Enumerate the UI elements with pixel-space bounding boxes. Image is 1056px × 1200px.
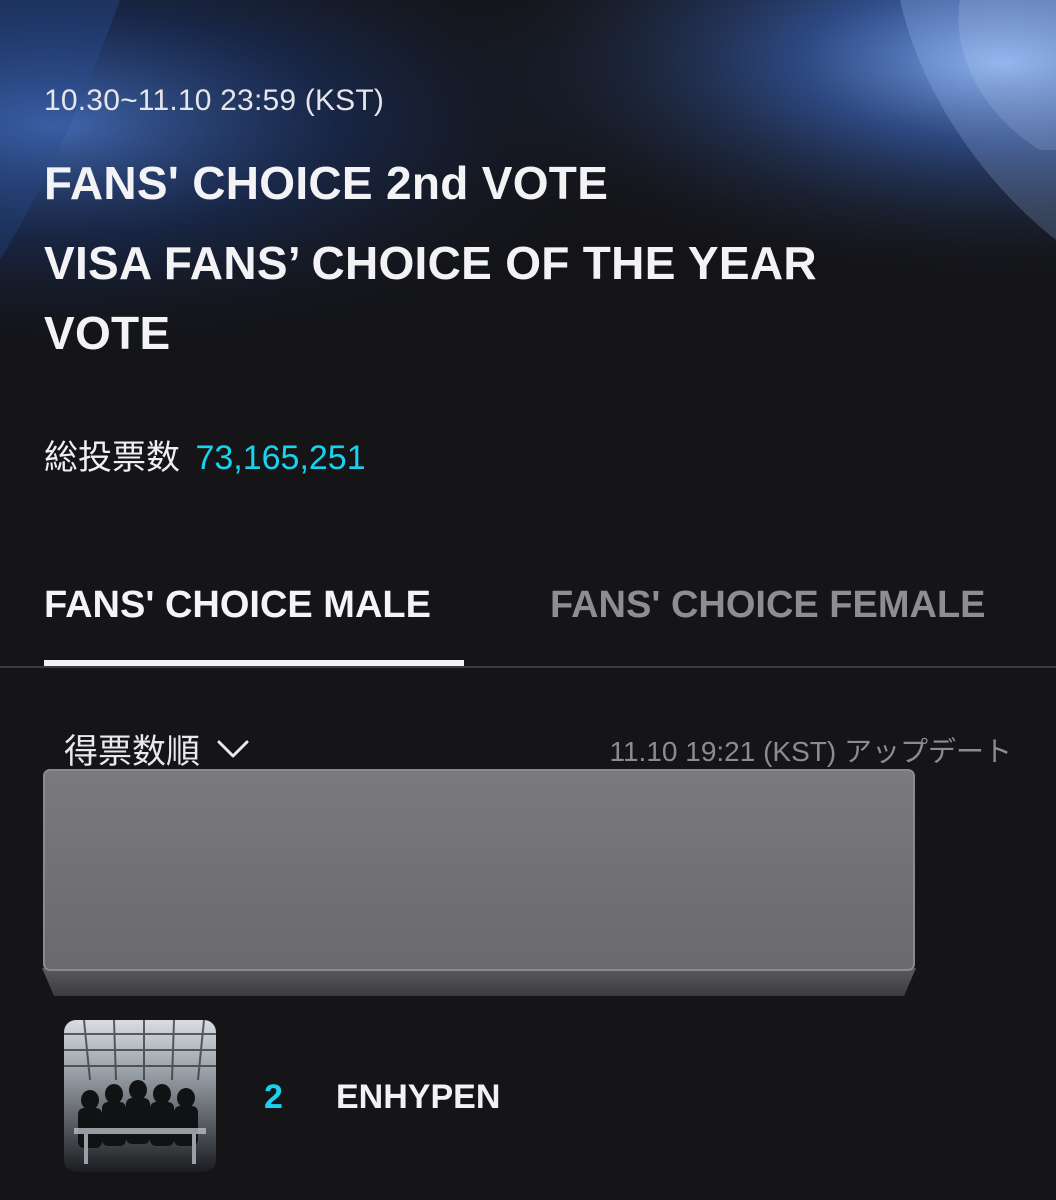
redacted-first-place-block <box>42 769 916 996</box>
vote-period: 10.30~11.10 23:59 (KST) <box>44 84 385 117</box>
total-votes-value: 73,165,251 <box>195 439 366 477</box>
ranking-row[interactable]: 2 ENHYPEN <box>64 1020 1024 1174</box>
rank-number: 2 <box>264 1078 283 1116</box>
category-tabs: FANS' CHOICE MALE FANS' CHOICE FEMALE <box>0 560 1056 668</box>
tab-fans-choice-female[interactable]: FANS' CHOICE FEMALE <box>550 584 986 627</box>
artist-photo <box>64 1020 216 1172</box>
page-title: FANS' CHOICE 2nd VOTE <box>44 157 609 209</box>
artist-thumbnail <box>64 1020 216 1172</box>
page-subtitle-line1: VISA FANS’ CHOICE OF THE YEAR <box>44 237 817 289</box>
tab-fans-choice-male[interactable]: FANS' CHOICE MALE <box>44 584 431 627</box>
artist-name: ENHYPEN <box>336 1078 501 1116</box>
sort-label: 得票数順 <box>64 733 200 771</box>
total-votes: 総投票数 73,165,251 <box>44 430 366 479</box>
chevron-down-icon <box>217 740 249 757</box>
tabs-divider <box>0 666 1056 668</box>
hero-banner: 10.30~11.10 23:59 (KST) FANS' CHOICE 2nd… <box>0 0 1056 420</box>
total-votes-label: 総投票数 <box>44 439 180 477</box>
page-subtitle-line2: VOTE <box>44 307 171 359</box>
sort-dropdown[interactable]: 得票数順 <box>64 724 250 773</box>
last-updated: 11.10 19:21 (KST) アップデート <box>609 736 1012 767</box>
